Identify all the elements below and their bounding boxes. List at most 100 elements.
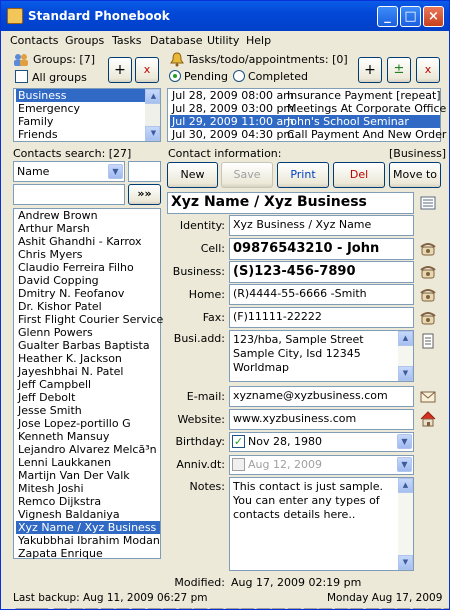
contact-list-item[interactable]: Jeff Campbell [16,378,160,391]
contact-list-item[interactable]: Vignesh Baldaniya [16,508,160,521]
search-go-button[interactable]: »» [128,184,161,205]
anniversary-picker[interactable]: Aug 12, 2009 [229,455,414,475]
save-contact-button[interactable]: Save [221,162,273,188]
close-button[interactable]: × [423,6,444,27]
tasks-list[interactable]: Jul 28, 2009 08:00 am Insurance Payment [… [167,88,446,142]
contact-list-item[interactable]: Mitesh Joshi [16,482,160,495]
contact-list-item[interactable]: Lenni Laukkanen [16,456,160,469]
contact-list-item[interactable]: Dr. Kishor Patel [16,300,160,313]
contact-list-item[interactable]: Xyz Name / Xyz Business [16,521,160,534]
contact-list-item[interactable]: Martijn Van Der Valk [16,469,160,482]
fax-field[interactable]: (F)11111-22222 [229,307,414,328]
menu-database[interactable]: Database [150,34,203,47]
contact-list-item[interactable]: Andrew Brown [16,209,160,222]
minimize-button[interactable]: _ [377,6,398,27]
phone-icon[interactable] [420,241,436,257]
search-extra-input[interactable] [128,161,161,182]
pending-radio[interactable] [169,70,181,82]
menu-contacts[interactable]: Contacts [10,34,59,47]
scroll-up-icon[interactable]: ▲ [398,478,413,493]
anniversary-checkbox[interactable] [232,458,245,471]
maximize-button[interactable]: □ [400,6,421,27]
task-row[interactable]: Jul 28, 2009 08:00 am Insurance Payment [… [170,89,441,102]
chevron-down-icon[interactable]: ▼ [397,434,412,449]
notepad-icon[interactable] [420,333,436,349]
chevron-down-icon[interactable]: ▼ [397,457,412,472]
birthday-picker[interactable]: Nov 28, 1980 [229,432,414,452]
all-groups-checkbox[interactable] [15,70,28,83]
task-row[interactable]: Jul 30, 2009 04:30 pm Call Payment And Ne… [170,128,446,141]
phone-icon[interactable] [420,287,436,303]
groups-scrollbar[interactable]: ▲ ▼ [145,89,160,141]
scroll-down-icon[interactable]: ▼ [398,555,413,570]
complete-task-button[interactable]: ± [387,57,411,83]
chevron-down-icon[interactable]: ▼ [108,164,123,179]
notes-field[interactable]: This contact is just sample. You can ent… [229,477,414,571]
completed-radio[interactable] [233,70,245,82]
remove-task-button[interactable]: x [416,57,440,83]
task-date: Jul 30, 2009 04:30 pm [172,128,295,141]
delete-contact-button[interactable]: Del [333,162,385,188]
business-phone-field[interactable]: (S)123-456-7890 [229,261,414,283]
phone-icon[interactable] [420,264,436,280]
contact-list-item[interactable]: David Copping [16,274,160,287]
scroll-up-icon[interactable]: ▲ [398,331,413,346]
contact-list-item[interactable]: Gualter Barbas Baptista [16,339,160,352]
scroll-down-icon[interactable]: ▼ [398,366,413,381]
card-icon[interactable] [420,195,436,211]
contact-list-item[interactable]: Jayeshbhai N. Patel [16,365,160,378]
new-contact-button[interactable]: New [167,162,218,188]
contact-list-item[interactable]: Chris Myers [16,248,160,261]
menu-utility[interactable]: Utility [207,34,239,47]
group-list-item[interactable]: Family [16,115,160,128]
contact-list-item[interactable]: Zapata Enrique [16,547,160,560]
contact-list-item[interactable]: Jesse Smith [16,404,160,417]
contact-list-item[interactable]: Jeff Debolt [16,391,160,404]
contact-list-item[interactable]: Jose Lopez-portillo G [16,417,160,430]
contact-list-item[interactable]: Kenneth Mansuy [16,430,160,443]
task-row[interactable]: Jul 29, 2009 11:00 am John's School Semin… [170,115,440,128]
remove-group-button[interactable]: x [135,57,159,83]
contact-list-item[interactable]: Glenn Powers [16,326,160,339]
cell-field[interactable]: 09876543210 - John [229,238,414,260]
address-scrollbar[interactable]: ▲ ▼ [398,331,413,381]
contact-list-item[interactable]: Dmitry N. Feofanov [16,287,160,300]
business-address-field[interactable]: 123/hba, Sample Street Sample City, Isd … [229,330,414,382]
birthday-checkbox[interactable]: ✓ [232,435,245,448]
contact-list-item[interactable]: Remco Dijkstra [16,495,160,508]
print-contact-button[interactable]: Print [277,162,329,188]
task-row[interactable]: Jul 28, 2009 03:00 pm Meetings At Corpora… [170,102,446,115]
contact-list-item[interactable]: First Flight Courier Service [16,313,163,326]
contact-list-item[interactable]: Yakubbhai Ibrahim Modan [16,534,160,547]
home-page-icon[interactable] [420,411,436,427]
contact-list-item[interactable]: Ashit Ghandhi - Karrox [16,235,160,248]
move-contact-button[interactable]: Move to [389,162,441,188]
scroll-down-icon[interactable]: ▼ [145,126,160,141]
menu-tasks[interactable]: Tasks [112,34,141,47]
group-list-item[interactable]: Business [16,89,160,102]
email-field[interactable]: xyzname@xyzbusiness.com [229,386,414,407]
contact-list-item[interactable]: Lejandro Alvarez Melcã³n [16,443,160,456]
website-field[interactable]: www.xyzbusiness.com [229,409,414,430]
groups-list[interactable]: Business Emergency Family Friends ▲ ▼ [13,88,161,142]
menu-help[interactable]: Help [246,34,271,47]
contact-title-field[interactable]: Xyz Name / Xyz Business [167,192,414,214]
phone-icon[interactable] [420,310,436,326]
contacts-list[interactable]: Andrew Brown Arthur Marsh Ashit Ghandhi - … [13,208,163,560]
mail-icon[interactable] [420,389,436,405]
search-input[interactable] [13,184,125,205]
add-group-button[interactable]: + [108,57,132,83]
contact-list-item[interactable]: Claudio Ferreira Filho [16,261,160,274]
contact-list-item[interactable]: Arthur Marsh [16,222,160,235]
home-phone-field[interactable]: (R)4444-55-6666 -Smith [229,284,414,305]
contact-list-item[interactable]: Heather K. Jackson [16,352,160,365]
scroll-up-icon[interactable]: ▲ [145,89,160,104]
group-list-item[interactable]: Friends [16,128,160,141]
title-bar[interactable]: Standard Phonebook _ □ × [1,1,449,31]
notes-scrollbar[interactable]: ▲ ▼ [398,478,413,570]
group-list-item[interactable]: Emergency [16,102,160,115]
menu-groups[interactable]: Groups [65,34,104,47]
identity-field[interactable]: Xyz Business / Xyz Name [229,215,414,236]
add-task-button[interactable]: + [358,57,382,83]
notes-line: You can enter any types of [233,494,380,507]
